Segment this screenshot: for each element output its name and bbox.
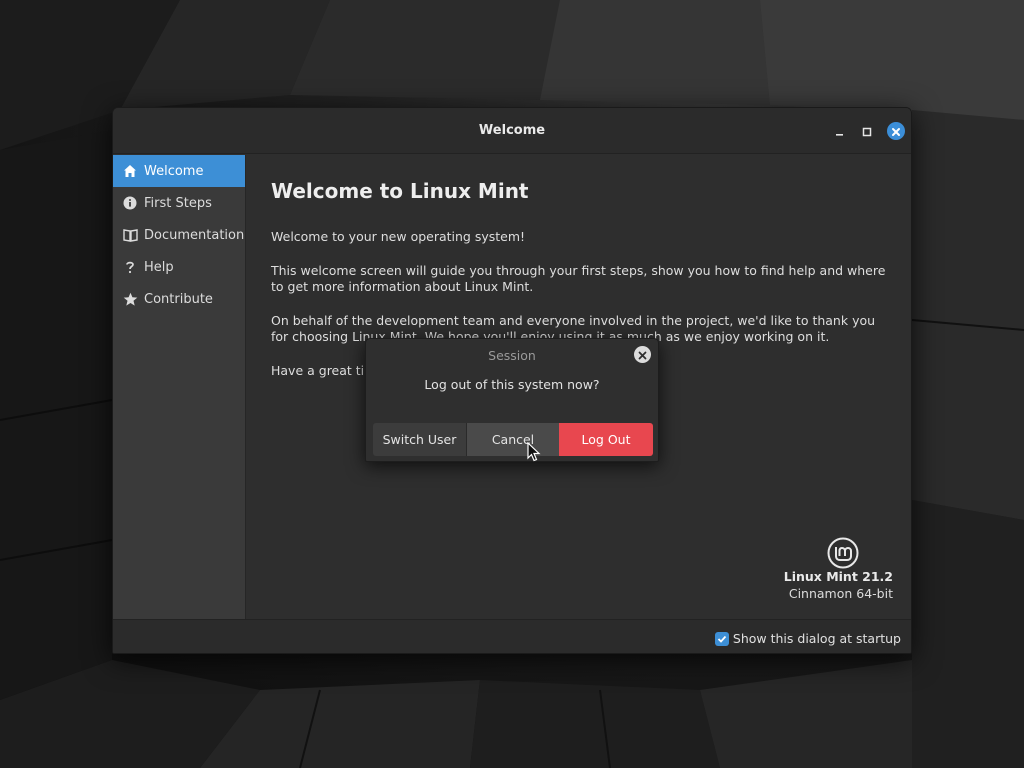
dialog-message: Log out of this system now? (424, 377, 600, 392)
sidebar-item-help[interactable]: Help (113, 251, 245, 283)
sidebar-item-welcome[interactable]: Welcome (113, 155, 245, 187)
question-icon (122, 259, 138, 275)
window-footer: Show this dialog at startup (113, 619, 911, 653)
startup-label: Show this dialog at startup (732, 631, 901, 646)
mouse-cursor-icon (527, 441, 541, 466)
sidebar-item-label: Help (144, 259, 174, 275)
book-icon (122, 227, 138, 243)
close-icon (891, 122, 901, 141)
version-name: Linux Mint 21.2 (783, 569, 893, 584)
intro-paragraph: Welcome to your new operating system! (271, 229, 526, 244)
guide-paragraph: This welcome screen will guide you throu… (271, 263, 886, 294)
checkmark-icon (717, 635, 727, 643)
sidebar-item-label: Documentation (144, 227, 245, 243)
cancel-button[interactable]: Cancel (466, 423, 559, 456)
sidebar: Welcome First Steps Documentation Help C… (113, 155, 246, 619)
window-title: Welcome (478, 123, 546, 138)
sidebar-item-documentation[interactable]: Documentation (113, 219, 245, 251)
sidebar-item-first-steps[interactable]: First Steps (113, 187, 245, 219)
edition-label: Cinnamon 64-bit (788, 586, 893, 601)
switch-user-button[interactable]: Switch User (373, 423, 466, 456)
startup-toggle[interactable]: Show this dialog at startup (714, 631, 901, 646)
minimize-button[interactable] (831, 122, 849, 140)
info-icon (122, 195, 138, 211)
home-icon (122, 163, 138, 179)
window-titlebar[interactable]: Welcome (113, 108, 911, 154)
startup-checkbox[interactable] (714, 631, 729, 646)
window-close-button[interactable] (887, 122, 905, 140)
close-icon (638, 345, 647, 364)
maximize-button[interactable] (858, 122, 876, 140)
sidebar-item-label: Contribute (144, 291, 213, 307)
sidebar-item-contribute[interactable]: Contribute (113, 283, 245, 315)
maximize-icon (862, 122, 872, 141)
sidebar-item-label: First Steps (144, 195, 212, 211)
session-dialog: Session Log out of this system now? Swit… (365, 338, 659, 462)
page-title: Welcome to Linux Mint (271, 179, 529, 203)
minimize-icon (835, 122, 845, 141)
log-out-button[interactable]: Log Out (559, 423, 653, 456)
dialog-title: Session (488, 348, 536, 363)
star-icon (122, 291, 138, 307)
linux-mint-logo-icon (827, 537, 859, 573)
sidebar-item-label: Welcome (144, 163, 204, 179)
dialog-close-button[interactable] (634, 346, 651, 363)
